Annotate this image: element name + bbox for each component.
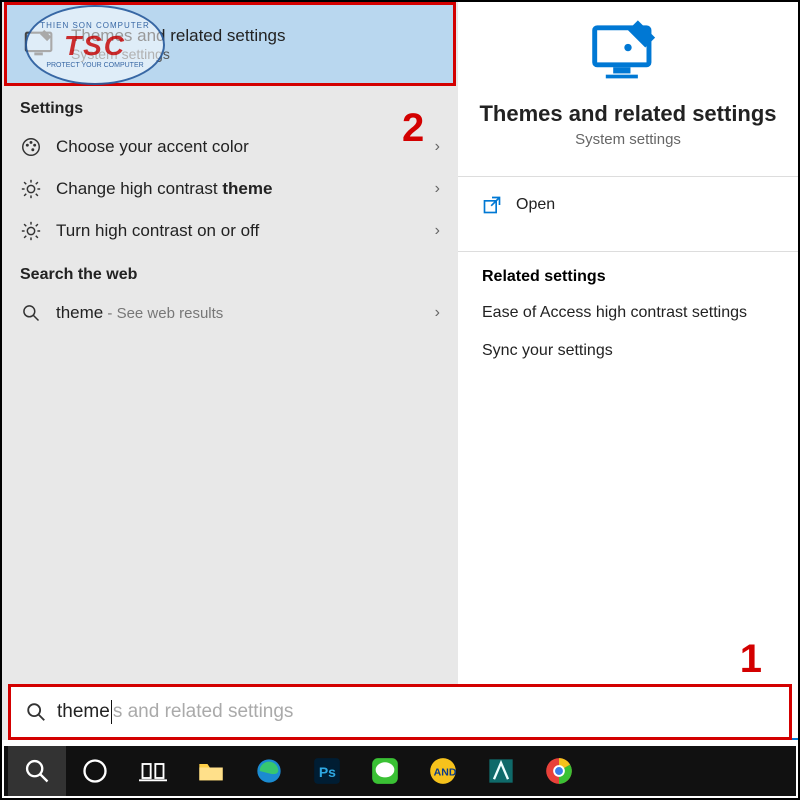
annotation-number-1: 1 — [740, 637, 762, 682]
svg-text:Ps: Ps — [319, 764, 336, 780]
palette-icon — [20, 136, 42, 158]
brightness-icon — [20, 178, 42, 200]
taskbar-edge[interactable] — [240, 746, 298, 796]
brightness-icon — [20, 220, 42, 242]
related-settings-header: Related settings — [458, 252, 798, 294]
search-input[interactable]: themes and related settings — [8, 684, 792, 740]
chrome-icon — [545, 757, 573, 785]
chevron-right-icon: › — [435, 180, 440, 198]
taskbar-start-search[interactable] — [8, 746, 66, 796]
edge-icon — [255, 757, 283, 785]
settings-item-accent-color[interactable]: Choose your accent color › — [2, 126, 458, 168]
taskbar-photoshop[interactable]: Ps — [298, 746, 356, 796]
svg-text:AND: AND — [434, 767, 457, 779]
settings-item-toggle-high-contrast[interactable]: Turn high contrast on or off › — [2, 210, 458, 252]
taskbar-chrome[interactable] — [530, 746, 588, 796]
task-view-icon — [139, 757, 167, 785]
taskbar-task-view[interactable] — [124, 746, 182, 796]
photoshop-icon: Ps — [313, 757, 341, 785]
search-icon — [20, 302, 42, 324]
circle-app-icon: AND — [429, 757, 457, 785]
settings-item-label: Turn high contrast on or off — [56, 221, 259, 241]
settings-section-header: Settings — [2, 86, 458, 126]
related-item-ease-of-access[interactable]: Ease of Access high contrast settings — [458, 294, 798, 332]
search-text: themes and related settings — [57, 700, 293, 724]
best-match-title: Themes and related settings — [71, 26, 286, 46]
web-result-label: theme - See web results — [56, 303, 223, 323]
taskbar-cortana[interactable] — [66, 746, 124, 796]
preview-subtitle: System settings — [468, 131, 788, 148]
taskbar-file-explorer[interactable] — [182, 746, 240, 796]
chevron-right-icon: › — [435, 304, 440, 322]
settings-item-label: Change high contrast theme — [56, 179, 272, 199]
line-icon — [371, 757, 399, 785]
open-button[interactable]: Open — [458, 177, 798, 233]
taskbar-line[interactable] — [356, 746, 414, 796]
related-item-sync-settings[interactable]: Sync your settings — [458, 332, 798, 370]
preview-title: Themes and related settings — [468, 101, 788, 127]
best-match-subtitle: System settings — [71, 46, 286, 62]
search-icon — [23, 757, 51, 785]
chevron-right-icon: › — [435, 138, 440, 156]
best-match-result[interactable]: Themes and related settings System setti… — [4, 2, 456, 86]
settings-item-label: Choose your accent color — [56, 137, 249, 157]
taskbar-app-yellow[interactable]: AND — [414, 746, 472, 796]
taskbar-app-teal[interactable] — [472, 746, 530, 796]
settings-item-change-contrast-theme[interactable]: Change high contrast theme › — [2, 168, 458, 210]
cortana-icon — [81, 757, 109, 785]
paintbrush-monitor-icon — [23, 27, 57, 61]
search-icon — [25, 701, 47, 723]
paintbrush-monitor-icon — [591, 20, 665, 80]
open-label: Open — [516, 196, 555, 214]
square-app-icon — [487, 757, 515, 785]
web-result-theme[interactable]: theme - See web results › — [2, 292, 458, 334]
web-section-header: Search the web — [2, 252, 458, 292]
open-external-icon — [482, 195, 502, 215]
taskbar: Ps AND — [4, 746, 796, 796]
chevron-right-icon: › — [435, 222, 440, 240]
folder-icon — [197, 757, 225, 785]
annotation-number-2: 2 — [402, 106, 424, 151]
